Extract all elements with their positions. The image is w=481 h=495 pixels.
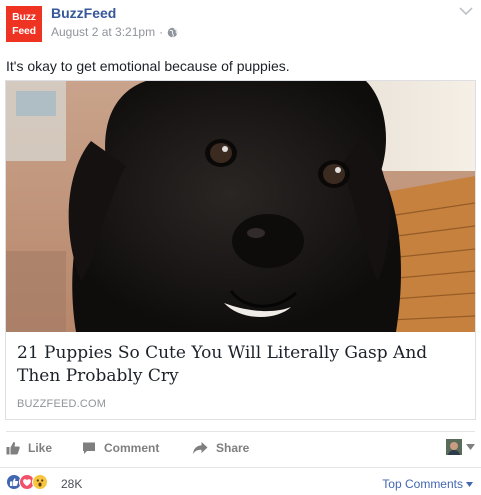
post-meta: August 2 at 3:21pm · bbox=[51, 25, 178, 39]
puppy-photo[interactable] bbox=[6, 81, 475, 332]
logo-line-2: Feed bbox=[12, 25, 36, 37]
wow-reaction-icon bbox=[32, 474, 48, 490]
speech-bubble-icon bbox=[83, 442, 95, 454]
timestamp-link[interactable]: August 2 at 3:21pm bbox=[51, 25, 155, 39]
share-label: Share bbox=[216, 441, 250, 455]
logo-line-1: Buzz bbox=[12, 11, 36, 23]
link-card-body[interactable]: 21 Puppies So Cute You Will Literally Ga… bbox=[6, 332, 475, 419]
meta-separator: · bbox=[159, 25, 164, 39]
caret-down-icon bbox=[466, 444, 475, 450]
comment-label: Comment bbox=[104, 441, 160, 455]
caret-down-icon bbox=[466, 481, 473, 487]
reactions-summary[interactable] bbox=[6, 474, 48, 490]
link-title[interactable]: 21 Puppies So Cute You Will Literally Ga… bbox=[17, 342, 457, 388]
news-feed-post: Buzz Feed BuzzFeed August 2 at 3:21pm · … bbox=[0, 0, 481, 495]
post-actions-bar: Like Comment Share bbox=[6, 431, 475, 463]
comment-button[interactable]: Comment bbox=[82, 432, 159, 464]
like-button[interactable]: Like bbox=[6, 432, 52, 464]
post-header: Buzz Feed BuzzFeed August 2 at 3:21pm · bbox=[0, 0, 481, 52]
post-message: It's okay to get emotional because of pu… bbox=[6, 58, 290, 74]
reaction-count[interactable]: 28K bbox=[61, 477, 82, 491]
chevron-down-icon[interactable] bbox=[459, 6, 473, 16]
globe-icon bbox=[167, 27, 178, 37]
link-preview-card[interactable]: 21 Puppies So Cute You Will Literally Ga… bbox=[5, 80, 476, 420]
avatar bbox=[446, 439, 462, 455]
like-label: Like bbox=[28, 441, 53, 455]
buzzfeed-logo[interactable]: Buzz Feed bbox=[6, 6, 42, 42]
page-name-link[interactable]: BuzzFeed bbox=[51, 5, 116, 21]
share-arrow-icon bbox=[193, 442, 208, 454]
reactions-footer: 28K Top Comments bbox=[0, 467, 481, 495]
share-button[interactable]: Share bbox=[192, 432, 249, 464]
link-domain: BUZZFEED.COM bbox=[17, 398, 107, 410]
sort-label: Top Comments bbox=[382, 477, 463, 491]
thumbs-up-icon bbox=[6, 442, 20, 455]
comment-sort-dropdown[interactable]: Top Comments bbox=[382, 477, 473, 491]
post-as-selector[interactable] bbox=[446, 439, 475, 455]
